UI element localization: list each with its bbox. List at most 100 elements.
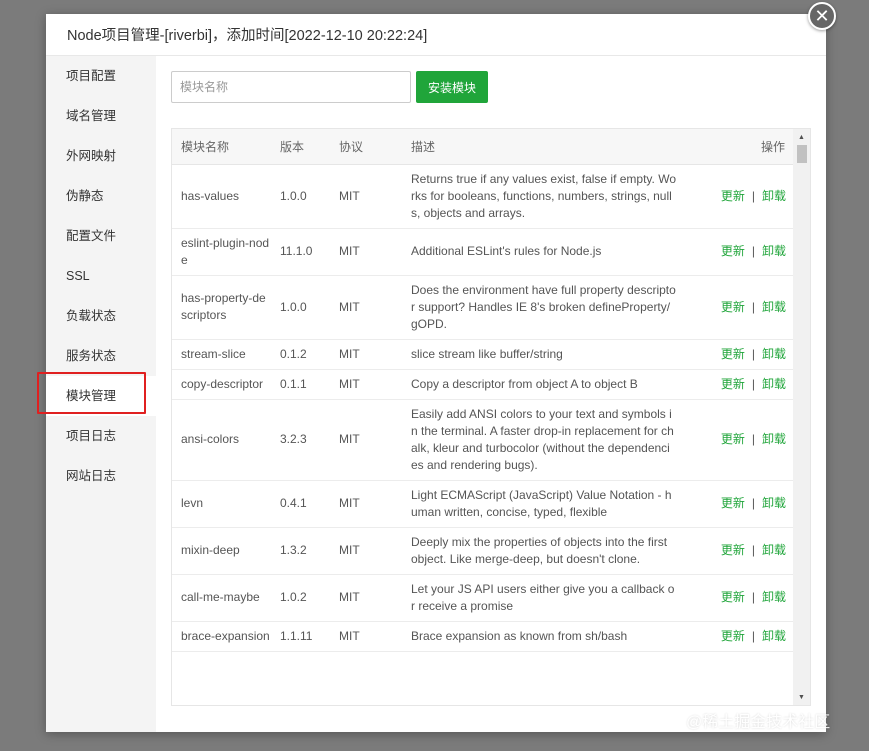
module-version-cell: 1.1.11 xyxy=(271,621,330,652)
module-description-cell: Light ECMAScript (JavaScript) Value Nota… xyxy=(402,480,684,528)
update-module-link[interactable]: 更新 xyxy=(721,189,745,203)
sidebar: 项目配置 域名管理 外网映射 伪静态 配置文件 SSL 负载状态 服务状态 模块… xyxy=(46,56,156,732)
scroll-up-arrow-icon[interactable]: ▲ xyxy=(793,130,810,144)
uninstall-module-link[interactable]: 卸载 xyxy=(762,590,786,604)
column-header-description: 描述 xyxy=(402,129,684,165)
module-name-cell: stream-slice xyxy=(172,339,271,370)
update-module-link[interactable]: 更新 xyxy=(721,543,745,557)
table-row: mixin-deep 1.3.2 MIT Deeply mix the propert… xyxy=(172,527,794,575)
module-management-panel: 安装模块 模块名称 版本 协议 描述 操作 has-values1.0.0MIT… xyxy=(171,71,811,721)
module-description-cell: slice stream like buffer/string xyxy=(402,339,684,370)
module-name-cell: eslint-plugin-node xyxy=(172,228,271,276)
close-icon[interactable]: ✕ xyxy=(808,2,836,30)
module-operations-cell: 更新 | 卸载 xyxy=(684,339,794,370)
uninstall-module-link[interactable]: 卸载 xyxy=(762,347,786,361)
sidebar-item-service-status[interactable]: 服务状态 xyxy=(46,336,156,376)
module-description-cell: Additional ESLint's rules for Node.js xyxy=(402,228,684,276)
update-module-link[interactable]: 更新 xyxy=(721,347,745,361)
module-description-cell: Let your JS API users either give you a … xyxy=(402,574,684,622)
operation-separator: | xyxy=(751,376,755,391)
update-module-link[interactable]: 更新 xyxy=(721,244,745,258)
dialog-title: Node项目管理-[riverbi]，添加时间[2022-12-10 20:22… xyxy=(67,28,428,44)
operation-separator: | xyxy=(751,188,755,203)
operation-separator: | xyxy=(751,346,755,361)
sidebar-item-external-mapping[interactable]: 外网映射 xyxy=(46,136,156,176)
module-operations-cell: 更新 | 卸载 xyxy=(684,369,794,400)
sidebar-item-ssl[interactable]: SSL xyxy=(46,256,156,296)
uninstall-module-link[interactable]: 卸载 xyxy=(762,496,786,510)
sidebar-item-config-file[interactable]: 配置文件 xyxy=(46,216,156,256)
module-version-cell: 0.1.2 xyxy=(271,339,330,370)
table-header-row: 模块名称 版本 协议 描述 操作 xyxy=(172,129,794,165)
uninstall-module-link[interactable]: 卸载 xyxy=(762,189,786,203)
module-name-cell: levn xyxy=(172,480,271,528)
uninstall-module-link[interactable]: 卸载 xyxy=(762,543,786,557)
module-version-cell: 1.0.0 xyxy=(271,164,330,229)
module-name-cell: brace-expansion xyxy=(172,621,271,652)
operation-separator: | xyxy=(751,299,755,314)
module-license-cell: MIT xyxy=(330,527,402,575)
module-version-cell: 3.2.3 xyxy=(271,399,330,481)
module-description-cell: Copy a descriptor from object A to objec… xyxy=(402,369,684,400)
update-module-link[interactable]: 更新 xyxy=(721,300,745,314)
module-version-cell: 1.0.2 xyxy=(271,574,330,622)
module-license-cell: MIT xyxy=(330,339,402,370)
uninstall-module-link[interactable]: 卸载 xyxy=(762,629,786,643)
module-name-cell: has-values xyxy=(172,164,271,229)
module-table: 模块名称 版本 协议 描述 操作 has-values 1.0.0 MIT Retur… xyxy=(172,129,794,652)
module-operations-cell: 更新 | 卸载 xyxy=(684,275,794,340)
node-project-dialog: Node项目管理-[riverbi]，添加时间[2022-12-10 20:22… xyxy=(46,14,826,732)
uninstall-module-link[interactable]: 卸载 xyxy=(762,432,786,446)
operation-separator: | xyxy=(751,543,755,557)
module-description-cell: Does the environment have full property … xyxy=(402,275,684,340)
uninstall-module-link[interactable]: 卸载 xyxy=(762,300,786,314)
module-license-cell: MIT xyxy=(330,228,402,276)
module-name-input[interactable] xyxy=(171,71,411,103)
operation-separator: | xyxy=(751,496,755,510)
uninstall-module-link[interactable]: 卸载 xyxy=(762,377,786,391)
module-description-cell: Easily add ANSI colors to your text and … xyxy=(402,399,684,481)
module-version-cell: 0.1.1 xyxy=(271,369,330,400)
sidebar-item-load-status[interactable]: 负载状态 xyxy=(46,296,156,336)
column-header-license: 协议 xyxy=(330,129,402,165)
sidebar-item-project-log[interactable]: 项目日志 xyxy=(46,416,156,456)
update-module-link[interactable]: 更新 xyxy=(721,590,745,604)
update-module-link[interactable]: 更新 xyxy=(721,496,745,510)
uninstall-module-link[interactable]: 卸载 xyxy=(762,244,786,258)
module-license-cell: MIT xyxy=(330,369,402,400)
table-row: ansi-colors 3.2.3 MIT Easily add ANSI color… xyxy=(172,399,794,481)
module-name-cell: copy-descriptor xyxy=(172,369,271,400)
sidebar-item-rewrite[interactable]: 伪静态 xyxy=(46,176,156,216)
module-operations-cell: 更新 | 卸载 xyxy=(684,164,794,229)
operation-separator: | xyxy=(751,432,755,446)
table-row: levn 0.4.1 MIT Light ECMAScript (JavaScript… xyxy=(172,480,794,528)
module-table-body: has-values 1.0.0 MIT Returns true if any va… xyxy=(172,164,794,652)
dialog-header: Node项目管理-[riverbi]，添加时间[2022-12-10 20:22… xyxy=(46,14,826,56)
module-license-cell: MIT xyxy=(330,164,402,229)
update-module-link[interactable]: 更新 xyxy=(721,377,745,391)
table-row: eslint-plugin-node 11.1.0 MIT Additional ES… xyxy=(172,228,794,276)
module-version-cell: 11.1.0 xyxy=(271,228,330,276)
table-scrollbar[interactable]: ▲ ▼ xyxy=(793,129,810,705)
watermark: @稀土掘金技术社区 xyxy=(686,714,831,731)
module-version-cell: 0.4.1 xyxy=(271,480,330,528)
module-license-cell: MIT xyxy=(330,399,402,481)
scroll-down-arrow-icon[interactable]: ▼ xyxy=(793,690,810,704)
module-operations-cell: 更新 | 卸载 xyxy=(684,574,794,622)
install-module-button[interactable]: 安装模块 xyxy=(416,71,489,103)
module-description-cell: Brace expansion as known from sh/bash xyxy=(402,621,684,652)
sidebar-item-domain-management[interactable]: 域名管理 xyxy=(46,96,156,136)
sidebar-item-module-management[interactable]: 模块管理 xyxy=(46,376,156,416)
module-description-cell: Deeply mix the properties of objects int… xyxy=(402,527,684,575)
column-header-version: 版本 xyxy=(271,129,330,165)
module-license-cell: MIT xyxy=(330,574,402,622)
column-header-operations: 操作 xyxy=(684,129,794,165)
module-table-container: 模块名称 版本 协议 描述 操作 has-values 1.0.0 MIT Retur… xyxy=(171,128,811,706)
scrollbar-thumb[interactable] xyxy=(797,145,807,163)
update-module-link[interactable]: 更新 xyxy=(721,432,745,446)
update-module-link[interactable]: 更新 xyxy=(721,629,745,643)
sidebar-item-project-config[interactable]: 项目配置 xyxy=(46,56,156,96)
module-name-cell: has-property-descriptors xyxy=(172,275,271,340)
sidebar-item-site-log[interactable]: 网站日志 xyxy=(46,456,156,496)
module-operations-cell: 更新 | 卸载 xyxy=(684,480,794,528)
